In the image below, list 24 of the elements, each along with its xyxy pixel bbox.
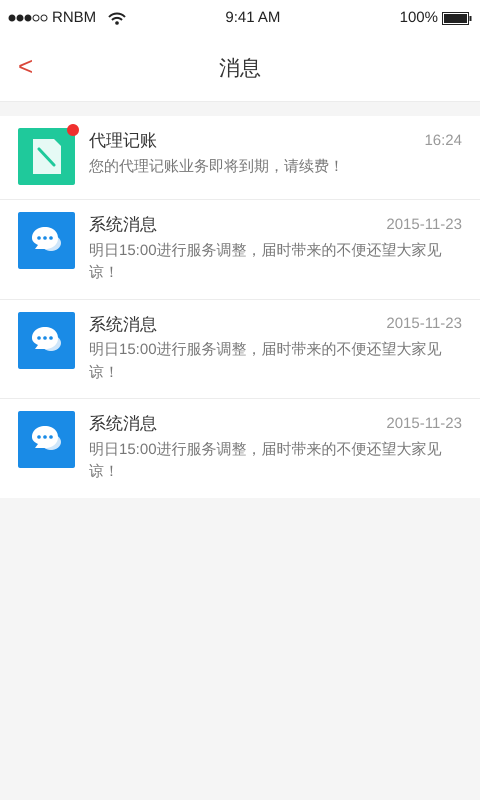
message-text: 明日15:00进行服务调整，届时带来的不便还望大家见谅！	[89, 440, 443, 482]
message-time: 2015-11-23	[386, 214, 462, 234]
message-time: 2015-11-23	[386, 414, 462, 434]
wifi-icon	[108, 12, 126, 24]
message-time: 16:24	[424, 130, 462, 150]
chat-icon	[18, 411, 75, 468]
message-time: 2015-11-23	[386, 314, 462, 334]
message-text: 明日15:00进行服务调整，届时带来的不便还望大家见谅！	[89, 340, 443, 382]
message-title: 系统消息	[89, 314, 157, 336]
message-text: 您的代理记账业务即将到期，请续费！	[89, 156, 345, 176]
message-title: 系统消息	[89, 413, 157, 435]
battery-icon	[442, 12, 472, 24]
page-title: 消息	[219, 56, 261, 82]
chat-icon	[18, 212, 75, 269]
clock-time: 9:41 AM	[225, 8, 280, 28]
signal-icon	[8, 14, 48, 22]
message-text: 明日15:00进行服务调整，届时带来的不便还望大家见谅！	[89, 240, 443, 283]
carrier-name: RNBM	[52, 8, 96, 28]
message-title: 系统消息	[89, 214, 157, 236]
message-title: 代理记账	[89, 130, 157, 152]
back-button[interactable]: <	[14, 50, 38, 84]
chat-icon	[18, 312, 75, 368]
battery-percent: 100%	[400, 8, 438, 28]
document-icon	[18, 128, 75, 185]
